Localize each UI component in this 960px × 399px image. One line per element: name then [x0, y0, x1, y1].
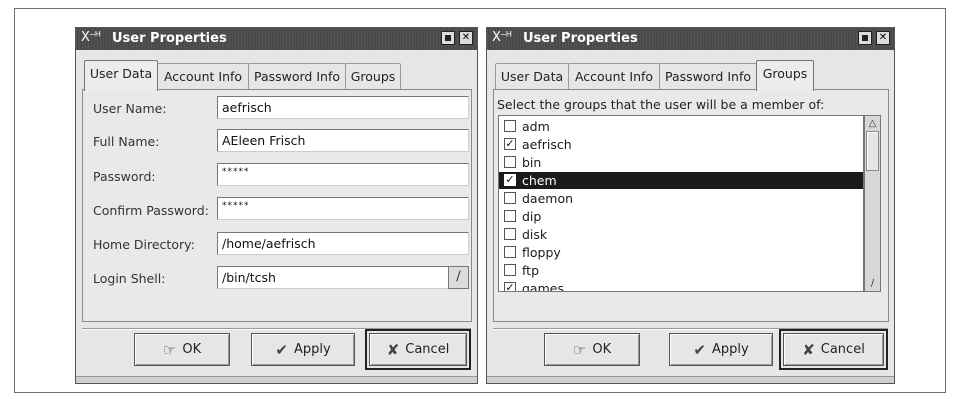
group-checkbox[interactable] — [504, 264, 516, 276]
group-checkbox[interactable] — [504, 192, 516, 204]
group-row-dip[interactable]: dip — [499, 208, 863, 225]
group-row-ftp[interactable]: ftp — [499, 262, 863, 279]
group-checkbox[interactable]: ✓ — [504, 174, 516, 186]
user-data-panel: User Name: aefrisch Full Name: AEleen Fr… — [82, 89, 472, 322]
groups-instruction: Select the groups that the user will be … — [497, 97, 825, 112]
apply-button[interactable]: ✔ Apply — [669, 333, 773, 366]
window-bottom-edge — [487, 376, 894, 383]
separator — [82, 328, 471, 330]
apply-button-label: Apply — [711, 342, 749, 357]
user-properties-window-user-data: X⁻ᴴ User Properties ✕ User Data Account … — [75, 27, 478, 384]
tab-user-data[interactable]: User Data — [84, 60, 158, 91]
password-field[interactable]: ***** — [217, 163, 469, 186]
tab-password-info[interactable]: Password Info — [248, 63, 346, 90]
group-name: disk — [522, 227, 548, 242]
apply-button-label: Apply — [293, 342, 331, 357]
ok-button-label: OK — [182, 342, 202, 357]
home-directory-label: Home Directory: — [93, 237, 195, 252]
password-label: Password: — [93, 169, 156, 184]
group-checkbox[interactable]: ✓ — [504, 138, 516, 150]
window-bottom-edge — [76, 376, 477, 383]
group-checkbox[interactable] — [504, 210, 516, 222]
window-titlebar[interactable]: X⁻ᴴ User Properties ✕ — [76, 28, 477, 50]
login-shell-label: Login Shell: — [93, 271, 166, 286]
group-row-bin[interactable]: bin — [499, 154, 863, 171]
confirm-password-label: Confirm Password: — [93, 203, 209, 218]
group-checkbox[interactable] — [504, 120, 516, 132]
group-name: ftp — [522, 263, 540, 278]
groups-list[interactable]: adm ✓ aefrisch bin ✓ chem daemon dip disk floppy f… — [498, 115, 864, 292]
group-name: dip — [522, 209, 542, 224]
group-row-games[interactable]: ✓ games — [499, 280, 863, 292]
scroll-up-arrow-icon[interactable]: △ — [866, 117, 879, 130]
window-title: User Properties — [523, 31, 638, 46]
login-shell-field[interactable]: /bin/tcsh — [217, 266, 449, 289]
user-properties-window-groups: X⁻ᴴ User Properties ✕ User Data Account … — [486, 27, 895, 384]
full-name-label: Full Name: — [93, 134, 160, 149]
group-name: adm — [522, 119, 550, 134]
ok-button[interactable]: ☞ OK — [544, 333, 640, 366]
tab-user-data[interactable]: User Data — [495, 63, 569, 90]
tab-groups[interactable]: Groups — [345, 63, 401, 90]
ok-hand-icon: ☞ — [162, 340, 177, 359]
ok-hand-icon: ☞ — [572, 340, 587, 359]
group-checkbox[interactable] — [504, 246, 516, 258]
groups-list-scrollbar[interactable]: △ ∕ — [864, 115, 881, 292]
full-name-field[interactable]: AEleen Frisch — [217, 129, 469, 152]
scrollbar-thumb[interactable] — [866, 131, 879, 171]
checkmark-icon: ✔ — [693, 340, 706, 359]
tab-account-info[interactable]: Account Info — [157, 63, 249, 90]
ok-button[interactable]: ☞ OK — [134, 333, 230, 366]
checkmark-icon: ✔ — [275, 340, 288, 359]
close-icon[interactable]: ✕ — [459, 31, 473, 45]
minimize-icon[interactable] — [441, 31, 455, 45]
cancel-button-label: Cancel — [820, 342, 865, 357]
group-checkbox[interactable] — [504, 156, 516, 168]
group-row-aefrisch[interactable]: ✓ aefrisch — [499, 136, 863, 153]
apply-button[interactable]: ✔ Apply — [251, 333, 355, 366]
minimize-icon[interactable] — [858, 31, 872, 45]
user-name-field[interactable]: aefrisch — [217, 96, 469, 119]
x-mark-icon: ✘ — [386, 340, 400, 359]
group-checkbox[interactable] — [504, 228, 516, 240]
group-name: daemon — [522, 191, 574, 206]
group-name: games — [522, 281, 564, 292]
group-row-adm[interactable]: adm — [499, 118, 863, 135]
tab-account-info[interactable]: Account Info — [568, 63, 660, 90]
group-row-daemon[interactable]: daemon — [499, 190, 863, 207]
cancel-button-label: Cancel — [405, 342, 450, 357]
window-titlebar[interactable]: X⁻ᴴ User Properties ✕ — [487, 28, 894, 50]
home-directory-field[interactable]: /home/aefrisch — [217, 232, 469, 255]
separator — [493, 328, 888, 330]
close-icon[interactable]: ✕ — [876, 31, 890, 45]
group-row-floppy[interactable]: floppy — [499, 244, 863, 261]
cancel-button[interactable]: ✘ Cancel — [779, 329, 888, 370]
login-shell-dropdown-button[interactable]: ∕ — [448, 266, 469, 289]
cancel-button[interactable]: ✘ Cancel — [365, 329, 471, 370]
group-name: chem — [522, 173, 557, 188]
confirm-password-field[interactable]: ***** — [217, 197, 469, 220]
user-name-label: User Name: — [93, 101, 167, 116]
group-checkbox[interactable]: ✓ — [504, 282, 516, 291]
group-row-chem[interactable]: ✓ chem — [499, 172, 863, 189]
ok-button-label: OK — [592, 342, 612, 357]
window-menu-icon[interactable]: X⁻ᴴ — [492, 30, 512, 45]
group-name: bin — [522, 155, 542, 170]
group-row-disk[interactable]: disk — [499, 226, 863, 243]
tab-password-info[interactable]: Password Info — [659, 63, 757, 90]
tab-groups[interactable]: Groups — [756, 60, 814, 91]
window-menu-icon[interactable]: X⁻ᴴ — [81, 30, 101, 45]
x-mark-icon: ✘ — [802, 340, 815, 359]
window-title: User Properties — [112, 31, 227, 46]
group-name: aefrisch — [522, 137, 572, 152]
scroll-down-arrow-icon[interactable]: ∕ — [866, 277, 879, 290]
group-name: floppy — [522, 245, 561, 260]
